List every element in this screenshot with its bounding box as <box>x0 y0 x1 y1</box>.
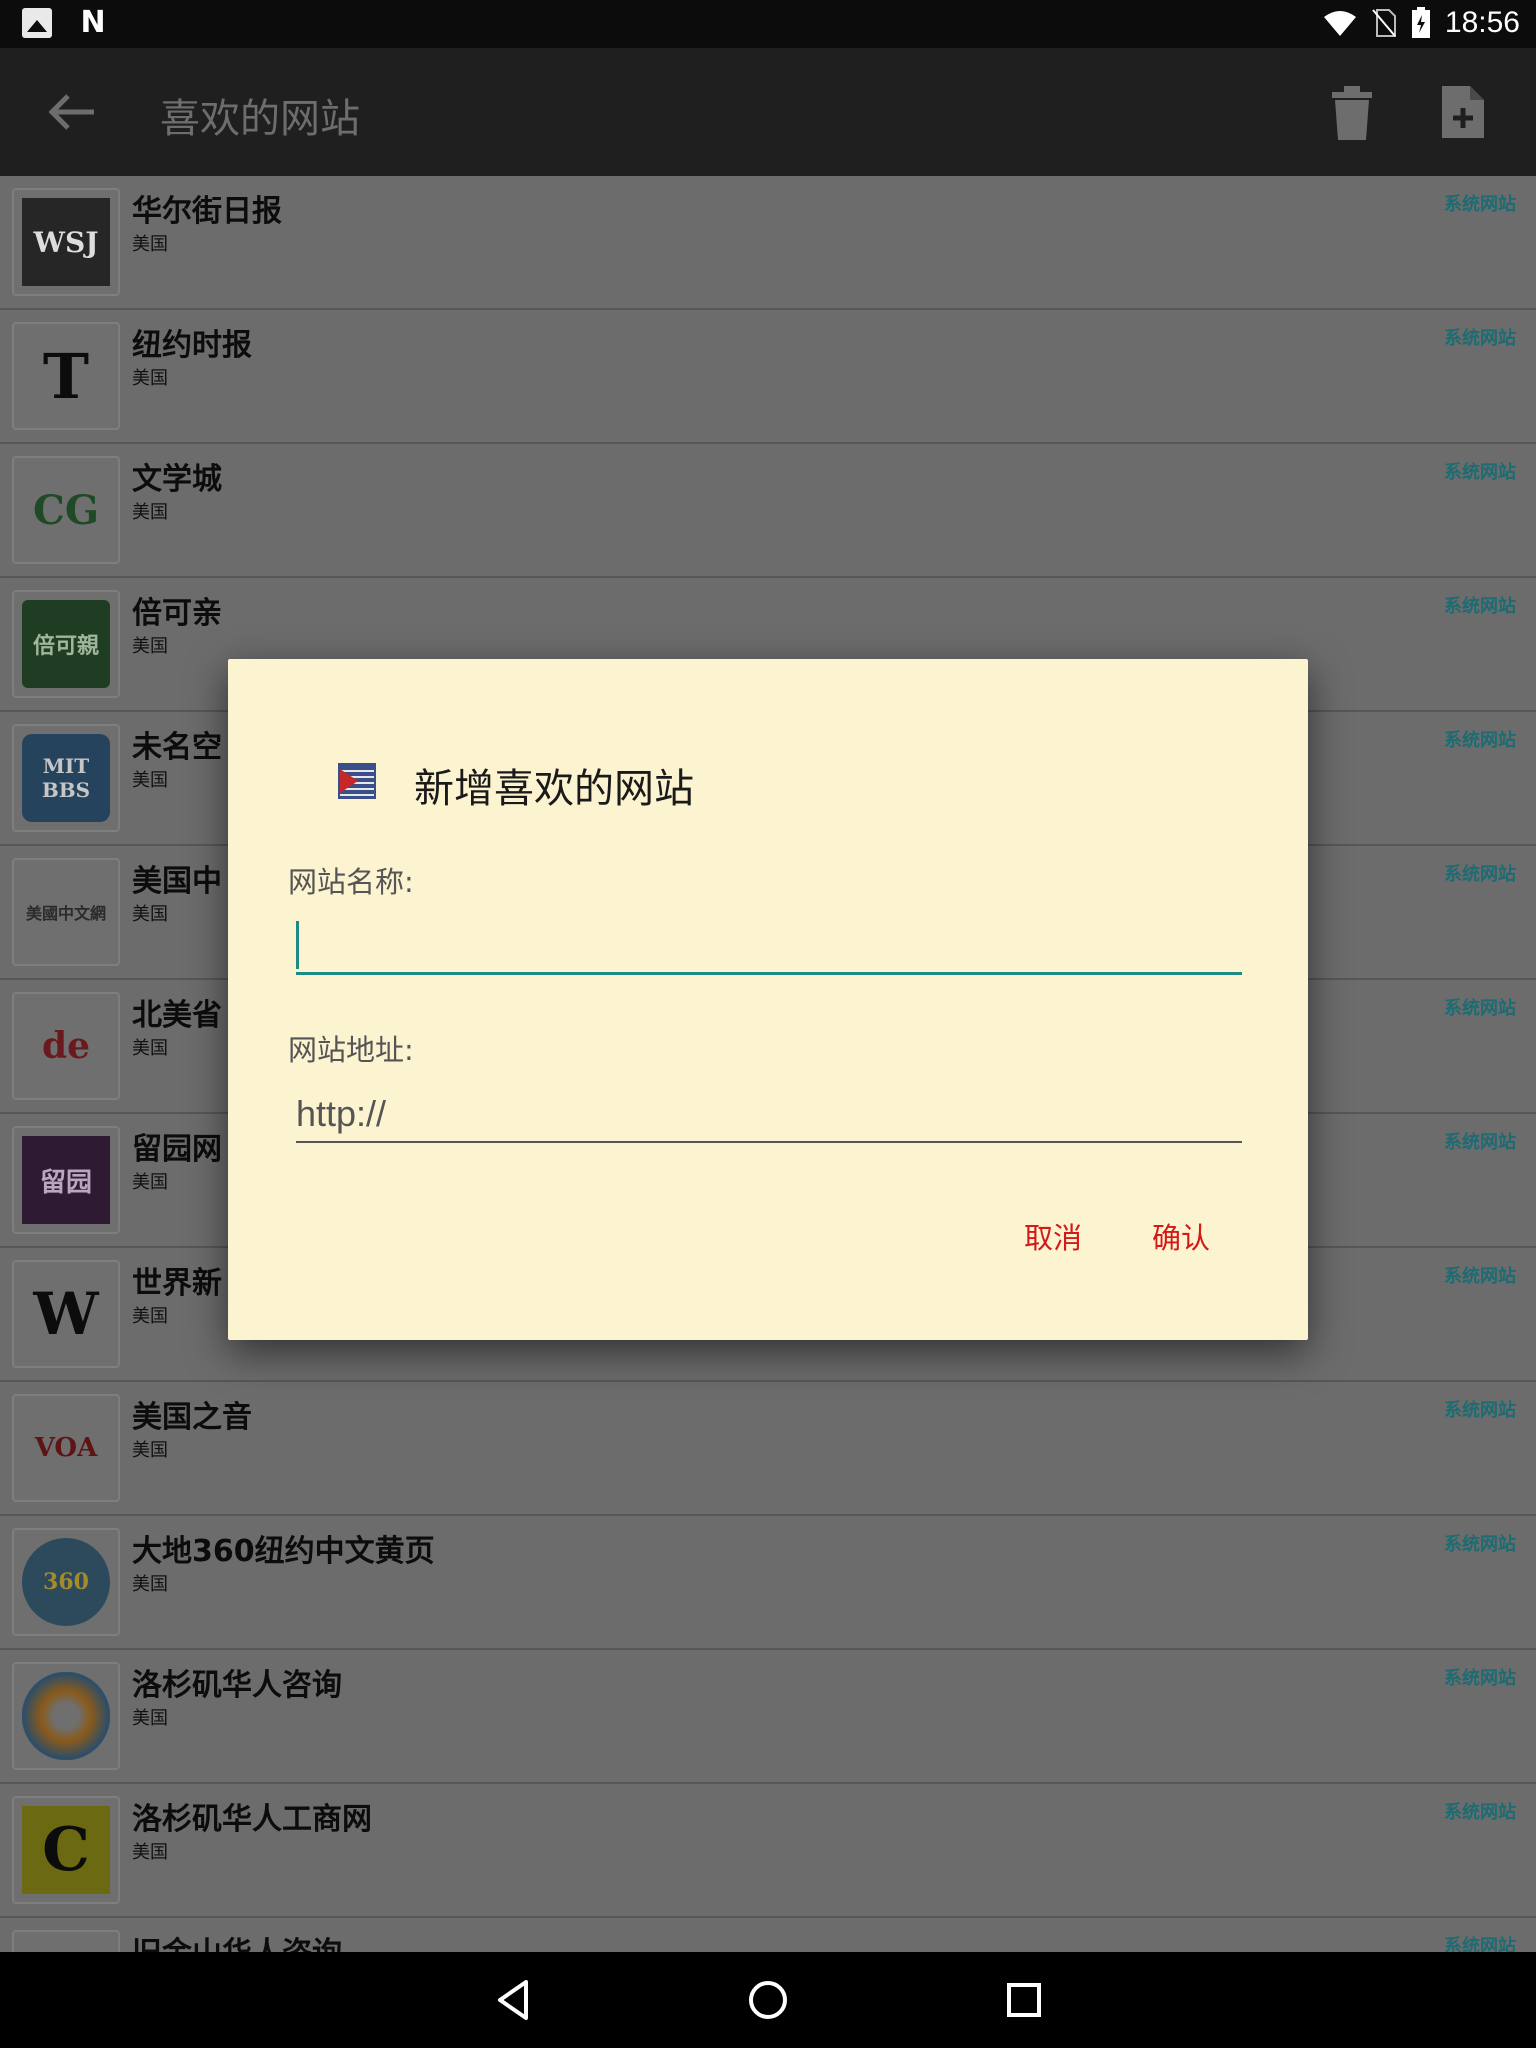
battery-charging-icon <box>1411 7 1430 38</box>
site-title: 美国中 <box>132 864 222 899</box>
navigation-bar <box>0 1952 1536 2048</box>
list-item[interactable]: 360 大地360纽约中文黄页 美国 系统网站 <box>0 1516 1536 1650</box>
system-site-tag: 系统网站 <box>1444 1400 1516 1421</box>
site-title: 旧金山华人咨询 <box>132 1928 342 1952</box>
site-region: 美国 <box>132 1708 168 1729</box>
site-name-label: 网站名称: <box>288 865 414 899</box>
site-logo: 倍可親 <box>12 590 120 698</box>
site-title: 华尔街日报 <box>132 194 282 229</box>
no-sim-icon <box>1372 9 1396 37</box>
site-title: 文学城 <box>132 462 222 497</box>
system-site-tag: 系统网站 <box>1444 730 1516 751</box>
site-logo: W <box>12 1260 120 1368</box>
site-title: 纽约时报 <box>132 328 252 363</box>
system-site-tag: 系统网站 <box>1444 1266 1516 1287</box>
n-icon: N <box>80 5 106 40</box>
system-site-tag: 系统网站 <box>1444 596 1516 617</box>
site-region: 美国 <box>132 636 168 657</box>
system-site-tag: 系统网站 <box>1444 1802 1516 1823</box>
back-arrow-icon[interactable] <box>46 88 98 136</box>
site-region: 美国 <box>132 1440 168 1461</box>
site-name-input[interactable] <box>296 915 1242 975</box>
site-url-label: 网站地址: <box>288 1033 414 1067</box>
site-title: 洛杉矶华人咨询 <box>132 1668 342 1703</box>
site-logo: MIT BBS <box>12 724 120 832</box>
dialog-title: 新增喜欢的网站 <box>414 766 694 812</box>
site-logo: swirl <box>12 1662 120 1770</box>
home-circle-icon[interactable] <box>744 1976 792 2024</box>
site-logo: C <box>12 1796 120 1904</box>
system-site-tag: 系统网站 <box>1444 462 1516 483</box>
site-logo: 美國中文網 <box>12 858 120 966</box>
site-url-input[interactable] <box>296 1087 1242 1143</box>
trash-icon[interactable] <box>1330 86 1374 140</box>
confirm-button[interactable]: 确认 <box>1152 1215 1210 1257</box>
status-bar: N 18:56 <box>0 0 1536 48</box>
list-item[interactable]: C 洛杉矶华人工商网 美国 系统网站 <box>0 1784 1536 1918</box>
site-title: 洛杉矶华人工商网 <box>132 1802 372 1837</box>
site-region: 美国 <box>132 904 168 925</box>
text-cursor <box>296 921 299 969</box>
site-region: 美国 <box>132 234 168 255</box>
site-region: 美国 <box>132 1574 168 1595</box>
wifi-icon <box>1323 11 1356 36</box>
system-site-tag: 系统网站 <box>1444 1668 1516 1689</box>
system-site-tag: 系统网站 <box>1444 864 1516 885</box>
system-site-tag: 系统网站 <box>1444 328 1516 349</box>
site-title: 北美省 <box>132 998 222 1033</box>
site-logo: WSJ <box>12 188 120 296</box>
site-title: 倍可亲 <box>132 596 222 631</box>
clock: 18:56 <box>1444 6 1520 39</box>
site-region: 美国 <box>132 502 168 523</box>
site-logo: 留园 <box>12 1126 120 1234</box>
system-site-tag: 系统网站 <box>1444 998 1516 1019</box>
site-region: 美国 <box>132 1172 168 1193</box>
app-bar: 喜欢的网站 <box>0 48 1536 176</box>
site-logo <box>12 1930 120 1952</box>
flag-icon <box>338 763 376 799</box>
site-region: 美国 <box>132 770 168 791</box>
site-logo: 360 <box>12 1528 120 1636</box>
site-title: 未名空 <box>132 730 222 765</box>
system-site-tag: 系统网站 <box>1444 1936 1516 1952</box>
site-title: 美国之音 <box>132 1400 252 1435</box>
cancel-button[interactable]: 取消 <box>1024 1215 1082 1257</box>
back-triangle-icon[interactable] <box>490 1976 538 2024</box>
site-title: 大地360纽约中文黄页 <box>132 1534 435 1569</box>
site-logo: CG <box>12 456 120 564</box>
list-item[interactable]: WSJ 华尔街日报 美国 系统网站 <box>0 176 1536 310</box>
site-logo: de <box>12 992 120 1100</box>
system-site-tag: 系统网站 <box>1444 1534 1516 1555</box>
recents-square-icon[interactable] <box>1000 1976 1048 2024</box>
list-item[interactable]: 旧金山华人咨询 美国 系统网站 <box>0 1918 1536 1952</box>
site-logo: T <box>12 322 120 430</box>
site-region: 美国 <box>132 1038 168 1059</box>
page-title: 喜欢的网站 <box>160 96 360 142</box>
list-item[interactable]: CG 文学城 美国 系统网站 <box>0 444 1536 578</box>
site-region: 美国 <box>132 1842 168 1863</box>
site-title: 世界新 <box>132 1266 222 1301</box>
site-title: 留园网 <box>132 1132 222 1167</box>
list-item[interactable]: T 纽约时报 美国 系统网站 <box>0 310 1536 444</box>
site-region: 美国 <box>132 368 168 389</box>
site-region: 美国 <box>132 1306 168 1327</box>
add-file-icon[interactable] <box>1440 84 1486 140</box>
list-item[interactable]: VOA 美国之音 美国 系统网站 <box>0 1382 1536 1516</box>
add-favorite-dialog: 新增喜欢的网站 网站名称: 网站地址: 取消 确认 <box>228 659 1308 1340</box>
site-logo: VOA <box>12 1394 120 1502</box>
system-site-tag: 系统网站 <box>1444 194 1516 215</box>
system-site-tag: 系统网站 <box>1444 1132 1516 1153</box>
list-item[interactable]: swirl 洛杉矶华人咨询 美国 系统网站 <box>0 1650 1536 1784</box>
image-icon <box>22 8 52 38</box>
